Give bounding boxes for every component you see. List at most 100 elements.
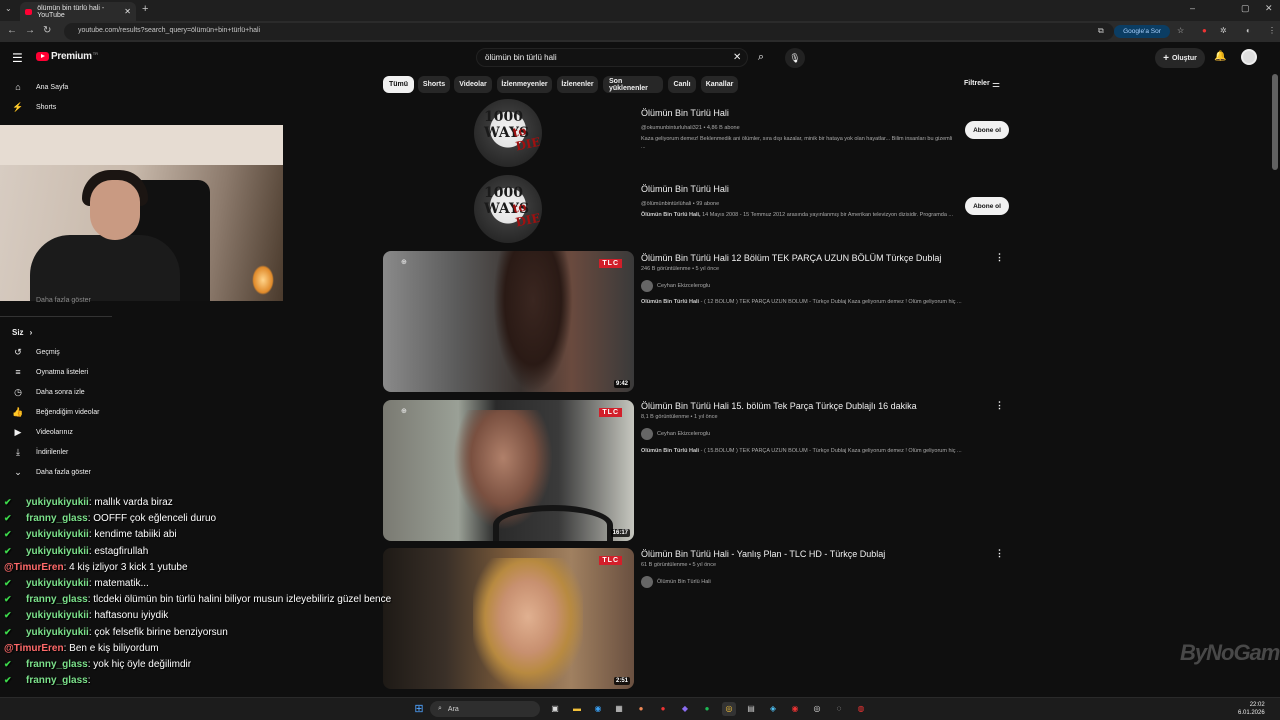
chip-watched[interactable]: İzlenenler: [557, 76, 598, 93]
create-button[interactable]: + Oluştur: [1155, 48, 1205, 68]
extensions-puzzle-icon[interactable]: ✲: [1220, 26, 1227, 35]
chat-username: yukiyukiyukii: [26, 578, 89, 589]
chrome-icon[interactable]: ◎: [722, 702, 736, 716]
system-clock[interactable]: 22:02 6.01.2026: [1238, 701, 1265, 717]
sidebar-item-label: Shorts: [36, 103, 57, 111]
filters-icon[interactable]: ⚌: [992, 79, 1000, 90]
app-icon[interactable]: ◍: [854, 702, 868, 716]
browser-menu-icon[interactable]: ⋮: [1268, 26, 1276, 35]
channel-avatar[interactable]: 1000 WAYS to DIE: [474, 175, 542, 243]
app-icon[interactable]: ▤: [744, 702, 758, 716]
sidebar-item-your-videos[interactable]: ▶ Videolarınız: [0, 423, 115, 441]
video-title[interactable]: Ölümün Bin Türlü Hali 15. bölüm Tek Parç…: [641, 401, 917, 411]
app-icon[interactable]: ●: [656, 702, 670, 716]
sidebar-item-show-more-partial[interactable]: Daha fazla göster: [0, 296, 115, 304]
video-thumbnail[interactable]: ⊕ TLC 16:17: [383, 400, 634, 541]
address-bar[interactable]: youtube.com/results?search_query=ölümün+…: [64, 23, 1114, 40]
sidebar-item-downloads[interactable]: ⤓ İndirilenler: [0, 443, 115, 461]
chip-shorts[interactable]: Shorts: [418, 76, 450, 93]
back-icon[interactable]: ←: [7, 25, 17, 36]
sidebar-item-label: Daha sonra izle: [36, 388, 85, 396]
chat-message: ✔ yukiyukiyukii: haftasonu iyiydik: [4, 610, 168, 621]
channel-title[interactable]: Ölümün Bin Türlü Hali: [641, 108, 729, 118]
chat-badge-icon: ✔: [4, 594, 12, 605]
hamburger-menu-icon[interactable]: ☰: [12, 51, 23, 65]
video-channel[interactable]: Ceyhan Ekizceleroglu: [641, 428, 710, 440]
avatar[interactable]: [1241, 49, 1257, 65]
sidebar-item-home[interactable]: ⌂ Ana Sayfa: [0, 78, 115, 96]
subscribe-button[interactable]: Abone ol: [965, 197, 1009, 215]
video-title[interactable]: Ölümün Bin Türlü Hali 12 Bölüm TEK PARÇA…: [641, 253, 941, 263]
chip-live[interactable]: Canlı: [668, 76, 696, 93]
chat-text: : tlcdeki ölümün bin türlü halini biliyo…: [87, 594, 392, 606]
youtube-logo[interactable]: Premium TR: [36, 51, 98, 62]
forward-icon[interactable]: →: [25, 25, 35, 36]
channel-avatar[interactable]: 1000 WAYS to DIE: [474, 99, 542, 167]
browser-tab[interactable]: ölümün bin türlü hali - YouTube ✕: [20, 2, 136, 21]
filters-button[interactable]: Filtreler: [964, 80, 990, 87]
sidebar-item-shorts[interactable]: ⚡ Shorts: [0, 98, 115, 116]
app-icon[interactable]: ◆: [678, 702, 692, 716]
chip-unwatched[interactable]: İzlenmeyenler: [497, 76, 552, 93]
new-tab-icon[interactable]: +: [142, 3, 148, 15]
sidebar-item-playlists[interactable]: ≡ Oynatma listeleri: [0, 363, 115, 381]
app-icon[interactable]: ◉: [788, 702, 802, 716]
channel-meta: @okumunbinturluhali321 • 4,86 B abone: [641, 125, 740, 131]
minimize-icon[interactable]: –: [1190, 3, 1195, 13]
video-channel[interactable]: Ölümün Bin Türlü Hali: [641, 576, 711, 588]
file-explorer-icon[interactable]: ▬: [570, 702, 584, 716]
chip-all[interactable]: Tümü: [383, 76, 414, 93]
video-title[interactable]: Ölümün Bin Türlü Hali - Yanlış Plan - TL…: [641, 549, 885, 559]
more-actions-icon[interactable]: ⋮: [995, 252, 1004, 263]
channel-description: Ölümün Bin Türlü Hali, 14 Mayıs 2008 - 1…: [641, 211, 953, 219]
sidebar-item-history[interactable]: ↺ Geçmiş: [0, 343, 115, 361]
more-actions-icon[interactable]: ⋮: [995, 548, 1004, 559]
chip-channels[interactable]: Kanallar: [701, 76, 738, 93]
clear-search-icon[interactable]: ✕: [733, 52, 741, 63]
video-thumbnail[interactable]: ⊕ TLC 9:42: [383, 251, 634, 392]
edge-icon[interactable]: ◉: [591, 702, 605, 716]
app-icon[interactable]: ◈: [766, 702, 780, 716]
channel-title[interactable]: Ölümün Bin Türlü Hali: [641, 184, 729, 194]
page-scrollbar[interactable]: [1272, 74, 1278, 170]
tab-list-icon[interactable]: ⌄: [5, 4, 12, 13]
watch-later-icon[interactable]: ⊕: [401, 407, 407, 415]
video-thumbnail[interactable]: TLC 2:51: [383, 548, 634, 689]
profile-icon[interactable]: ◐: [1246, 26, 1251, 35]
subscribe-button[interactable]: Abone ol: [965, 121, 1009, 139]
taskbar-search[interactable]: ⌕ Ara: [430, 701, 540, 717]
bookmark-star-icon[interactable]: ☆: [1177, 26, 1184, 35]
reload-icon[interactable]: ↻: [43, 25, 51, 36]
chat-message: ✔ yukiyukiyukii: çok felsefik birine benz…: [4, 627, 228, 638]
sidebar-item-liked-videos[interactable]: 👍 Beğendiğim videolar: [0, 403, 115, 421]
chip-videos[interactable]: Videolar: [454, 76, 492, 93]
chip-recently-uploaded[interactable]: Son yüklenenler: [603, 76, 663, 93]
sidebar-you-header[interactable]: Siz ›: [12, 323, 127, 341]
microphone-icon[interactable]: 🎙: [785, 48, 805, 68]
maximize-icon[interactable]: ▢: [1241, 3, 1250, 14]
store-icon[interactable]: ▦: [612, 702, 626, 716]
app-icon[interactable]: ◎: [810, 702, 824, 716]
search-icon[interactable]: ⌕: [750, 48, 772, 67]
notifications-bell-icon[interactable]: 🔔: [1214, 51, 1226, 62]
app-icon[interactable]: ●: [634, 702, 648, 716]
search-input[interactable]: ölümün bin türlü hali ✕: [476, 48, 748, 67]
video-channel[interactable]: Ceyhan Ekizceleroglu: [641, 280, 710, 292]
task-view-icon[interactable]: ▣: [548, 702, 562, 716]
app-icon[interactable]: ◌: [832, 702, 846, 716]
sidebar-item-show-more[interactable]: ⌄ Daha fazla göster: [0, 463, 115, 481]
more-actions-icon[interactable]: ⋮: [995, 400, 1004, 411]
avatar-logo-text: to DIE: [511, 123, 542, 154]
sidebar-item-watch-later[interactable]: ◷ Daha sonra izle: [0, 383, 115, 401]
tab-close-icon[interactable]: ✕: [124, 7, 131, 16]
extension-icon[interactable]: ●: [1202, 26, 1207, 35]
install-app-icon[interactable]: ⧉: [1098, 26, 1104, 36]
spotify-icon[interactable]: ●: [700, 702, 714, 716]
chat-badge-icon: ✔: [4, 545, 12, 556]
windows-start-icon[interactable]: ⊞: [412, 702, 426, 716]
close-window-icon[interactable]: ✕: [1265, 3, 1273, 14]
watch-later-icon[interactable]: ⊕: [401, 258, 407, 266]
ask-google-button[interactable]: Google'a Sor: [1114, 25, 1170, 38]
description-text: - ( 15.BÖLÜM ) TEK PARÇA UZUN BÖLÜM - Tü…: [699, 448, 962, 454]
browser-tabbar: ⌄ ölümün bin türlü hali - YouTube ✕ + – …: [0, 0, 1280, 21]
